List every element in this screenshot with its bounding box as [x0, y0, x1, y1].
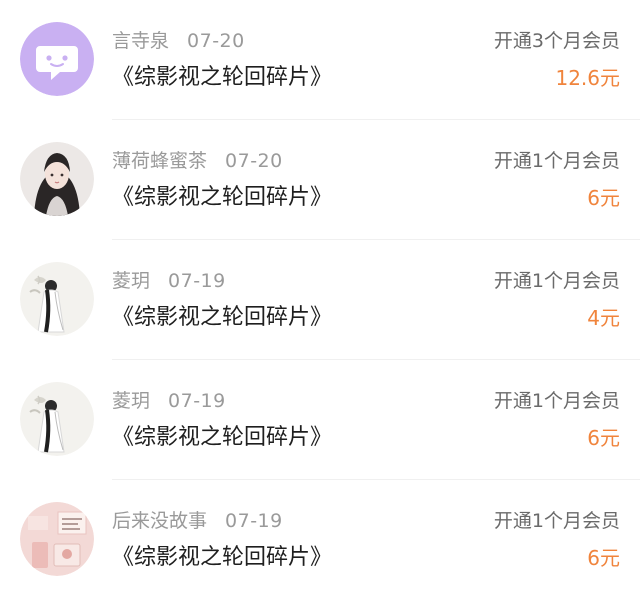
record-date: 07-19 — [168, 270, 226, 292]
illustrated-girl-avatar — [20, 142, 94, 216]
record-date: 07-19 — [168, 390, 226, 412]
avatar[interactable] — [20, 262, 94, 336]
avatar[interactable] — [20, 502, 94, 576]
user-name: 后来没故事 — [112, 510, 208, 532]
membership-plan: 开通1个月会员 — [493, 510, 620, 532]
book-title: 《综影视之轮回碎片》 — [112, 185, 333, 210]
record-meta: 薄荷蜂蜜茶 07-20 — [112, 148, 283, 174]
avatar[interactable] — [20, 22, 94, 96]
membership-plan: 开通1个月会员 — [493, 150, 620, 172]
user-name: 菱玥 — [112, 270, 151, 292]
pink-photo-avatar — [20, 502, 94, 576]
book-title: 《综影视之轮回碎片》 — [112, 425, 333, 450]
record-date: 07-19 — [225, 510, 283, 532]
book-title: 《综影视之轮回碎片》 — [112, 65, 333, 90]
list-item[interactable]: 后来没故事 07-19 《综影视之轮回碎片》 开通1个月会员 6元 — [0, 480, 640, 600]
user-name: 菱玥 — [112, 390, 151, 412]
list-item[interactable]: 薄荷蜂蜜茶 07-20 《综影视之轮回碎片》 开通1个月会员 6元 — [0, 120, 640, 240]
avatar[interactable] — [20, 382, 94, 456]
record-meta: 后来没故事 07-19 — [112, 508, 283, 534]
list-item[interactable]: 菱玥 07-19 《综影视之轮回碎片》 开通1个月会员 4元 — [0, 240, 640, 360]
ink-figure-avatar — [20, 262, 94, 336]
record-date: 07-20 — [225, 150, 283, 172]
record-meta: 言寺泉 07-20 — [112, 28, 245, 54]
book-title: 《综影视之轮回碎片》 — [112, 305, 333, 330]
ink-figure-avatar — [20, 382, 94, 456]
user-name: 薄荷蜂蜜茶 — [112, 150, 208, 172]
list-item[interactable]: 菱玥 07-19 《综影视之轮回碎片》 开通1个月会员 6元 — [0, 360, 640, 480]
chat-bubble-face-icon — [20, 22, 94, 96]
amount: 6元 — [587, 186, 620, 210]
amount: 6元 — [587, 546, 620, 570]
record-meta: 菱玥 07-19 — [112, 388, 226, 414]
book-title: 《综影视之轮回碎片》 — [112, 545, 333, 570]
amount: 6元 — [587, 426, 620, 450]
avatar[interactable] — [20, 142, 94, 216]
membership-plan: 开通3个月会员 — [493, 30, 620, 52]
membership-plan: 开通1个月会员 — [493, 390, 620, 412]
membership-plan: 开通1个月会员 — [493, 270, 620, 292]
list-item[interactable]: 言寺泉 07-20 《综影视之轮回碎片》 开通3个月会员 12.6元 — [0, 0, 640, 120]
membership-record-list: 言寺泉 07-20 《综影视之轮回碎片》 开通3个月会员 12.6元 薄荷蜂蜜茶 0… — [0, 0, 640, 594]
record-date: 07-20 — [187, 30, 245, 52]
record-meta: 菱玥 07-19 — [112, 268, 226, 294]
amount: 12.6元 — [555, 66, 620, 90]
user-name: 言寺泉 — [112, 30, 170, 52]
amount: 4元 — [587, 306, 620, 330]
